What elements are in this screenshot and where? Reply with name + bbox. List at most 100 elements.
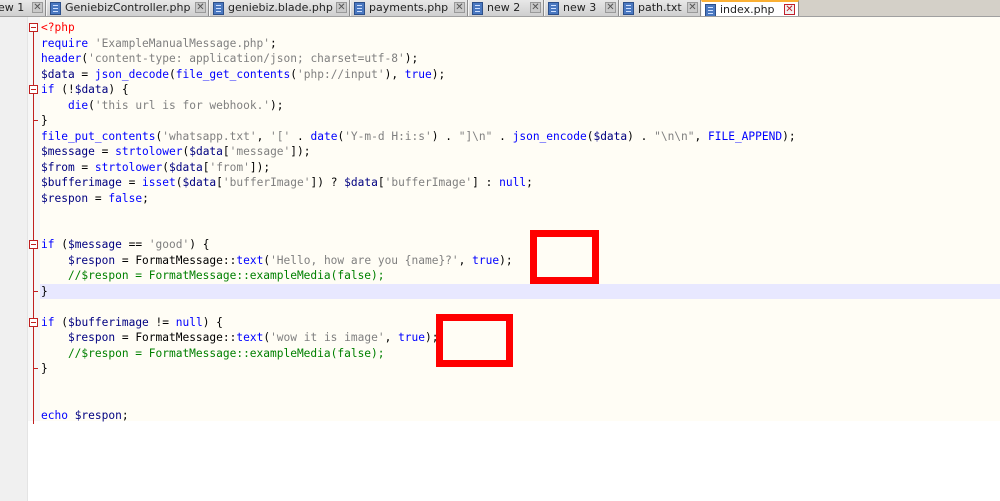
code-token: [	[222, 145, 230, 158]
code-token: ;	[121, 408, 129, 422]
code-token: }	[41, 362, 48, 375]
code-text: if ($message == 'good') {	[41, 237, 209, 253]
tab-geniebizcontroller[interactable]: GeniebizController.php ✕	[46, 0, 209, 16]
code-line[interactable]: echo $respon;	[0, 408, 1000, 424]
code-token: $respon	[67, 331, 116, 344]
code-line[interactable]	[0, 222, 1000, 238]
code-line[interactable]: require 'ExampleManualMessage.php';	[0, 36, 1000, 52]
close-icon[interactable]: ✕	[530, 2, 541, 13]
tab-label: new 2	[487, 1, 521, 14]
code-line[interactable]: die('this url is for webhook.');	[0, 98, 1000, 114]
code-line[interactable]: $data = json_decode(file_get_contents('p…	[0, 67, 1000, 83]
code-token: (	[54, 315, 68, 329]
code-token: ) {	[189, 238, 210, 251]
code-text: }	[41, 113, 48, 129]
code-token: ;	[142, 191, 149, 205]
code-token: json_decode	[94, 67, 169, 81]
code-text: $respon = FormatMessage::text('wow it is…	[41, 330, 439, 346]
code-token: die	[67, 98, 89, 112]
code-line[interactable]: <?php	[0, 20, 1000, 36]
code-line[interactable]: $message = strtolower($data['message']);	[0, 144, 1000, 160]
tab-index-php[interactable]: index.php ✕	[701, 0, 799, 16]
code-text: //$respon = FormatMessage::exampleMedia(…	[41, 346, 385, 362]
close-icon[interactable]: ✕	[605, 2, 616, 13]
code-line[interactable]: $bufferimage = isset($data['bufferImage'…	[0, 175, 1000, 191]
code-token: $data	[74, 83, 109, 96]
tab-new-3[interactable]: new 3 ✕	[544, 0, 619, 16]
document-icon	[472, 2, 483, 15]
code-text: //$respon = FormatMessage::exampleMedia(…	[41, 268, 385, 284]
code-line[interactable]: if (!$data) {	[0, 82, 1000, 98]
code-text: header('content-type: application/json; …	[41, 51, 418, 67]
tab-label: index.php	[720, 3, 775, 16]
code-line[interactable]: //$respon = FormatMessage::exampleMedia(…	[0, 268, 1000, 284]
code-token: 'from'	[209, 160, 250, 174]
code-token: (	[169, 67, 176, 81]
tab-new-2[interactable]: new 2 ✕	[468, 0, 544, 16]
code-token: true	[404, 67, 432, 81]
code-token: header	[41, 52, 82, 65]
fold-collapse-icon[interactable]	[29, 23, 38, 32]
fold-collapse-icon[interactable]	[29, 240, 38, 249]
code-token: 'php://input'	[297, 67, 385, 81]
code-line[interactable]: header('content-type: application/json; …	[0, 51, 1000, 67]
code-editor[interactable]: <?php require 'ExampleManualMessage.php';…	[0, 17, 1000, 501]
tab-payments[interactable]: payments.php ✕	[350, 0, 468, 16]
code-token: =	[88, 191, 109, 205]
tab-new-1[interactable]: new 1 ✕	[0, 0, 46, 16]
code-text: $respon = false;	[41, 191, 149, 207]
code-line[interactable]	[0, 206, 1000, 222]
close-icon[interactable]: ✕	[454, 2, 465, 13]
code-token: ,	[458, 253, 473, 267]
code-token: 'bufferImage'	[384, 176, 473, 189]
document-icon	[50, 2, 61, 15]
close-icon[interactable]: ✕	[336, 2, 347, 13]
code-line[interactable]: }	[0, 113, 1000, 129]
code-token: ) {	[202, 315, 223, 329]
close-icon[interactable]: ✕	[687, 2, 698, 13]
code-line[interactable]: $respon = FormatMessage::text('Hello, ho…	[0, 253, 1000, 269]
close-icon[interactable]: ✕	[784, 4, 795, 15]
fold-collapse-icon[interactable]	[29, 85, 38, 94]
code-text: }	[41, 361, 48, 377]
code-token: }	[41, 284, 48, 298]
tab-bar: new 1 ✕ GeniebizController.php ✕ geniebi…	[0, 0, 1000, 17]
code-line[interactable]	[0, 299, 1000, 315]
code-token: 'message'	[229, 145, 291, 158]
tab-label: new 3	[563, 1, 597, 14]
code-token: .	[492, 129, 513, 143]
close-icon[interactable]: ✕	[195, 2, 206, 13]
code-token: (!	[54, 83, 75, 96]
code-token: "\n\n"	[654, 129, 695, 143]
code-token: "]\n"	[458, 129, 493, 143]
code-token: 'content-type: application/json; charset…	[88, 52, 405, 65]
code-token: $data	[344, 176, 378, 189]
code-token: if	[41, 238, 55, 251]
tab-path-txt[interactable]: path.txt ✕	[619, 0, 701, 16]
code-token: ]) ?	[310, 176, 345, 189]
code-line[interactable]: if ($message == 'good') {	[0, 237, 1000, 253]
code-line[interactable]	[0, 392, 1000, 408]
code-token: $data	[189, 145, 223, 158]
code-line[interactable]	[0, 377, 1000, 393]
code-line[interactable]: }	[0, 283, 1000, 299]
code-token: text	[236, 331, 264, 344]
code-token: FILE_APPEND	[708, 129, 783, 143]
code-text: $data = json_decode(file_get_contents('p…	[41, 67, 445, 83]
close-icon[interactable]: ✕	[32, 2, 43, 13]
code-line[interactable]: $respon = false;	[0, 191, 1000, 207]
document-icon	[213, 2, 224, 15]
code-token: null	[499, 176, 527, 189]
fold-collapse-icon[interactable]	[29, 317, 38, 327]
annotation-highlight-box	[436, 314, 513, 367]
tab-geniebiz-blade[interactable]: geniebiz.blade.php ✕	[209, 0, 350, 16]
code-line[interactable]: file_put_contents('whatsapp.txt', '[' . …	[0, 129, 1000, 145]
code-token: 'Y-m-d H:i:s'	[344, 129, 432, 143]
code-line[interactable]: $from = strtolower($data['from']);	[0, 160, 1000, 176]
empty-editor-area[interactable]	[40, 421, 1000, 501]
code-token: (	[290, 67, 298, 81]
code-text: $bufferimage = isset($data['bufferImage'…	[41, 175, 533, 191]
code-token: }	[41, 114, 48, 127]
tab-label: path.txt	[638, 1, 682, 14]
code-token: if	[41, 315, 55, 329]
